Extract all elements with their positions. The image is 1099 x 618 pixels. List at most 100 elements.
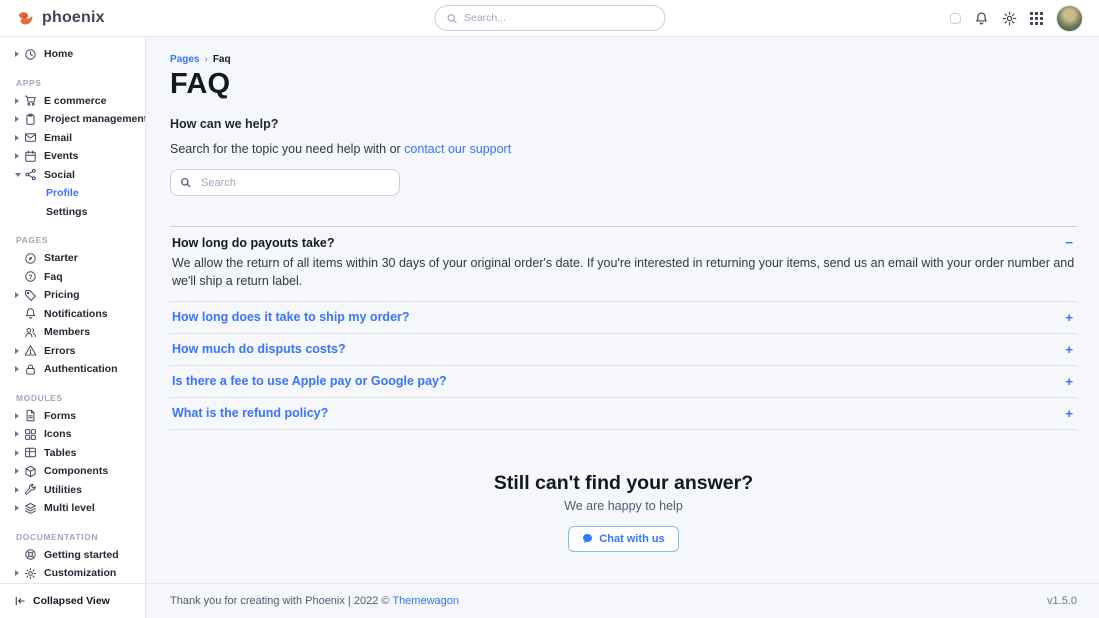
sidebar-item-label: Forms: [44, 410, 76, 422]
caret-right-icon: [15, 468, 24, 474]
faq-question[interactable]: How long do payouts take?−: [170, 227, 1077, 252]
top-search-input[interactable]: [464, 12, 653, 24]
caret-right-icon: [15, 51, 24, 57]
chat-button-label: Chat with us: [599, 533, 664, 545]
faq-question[interactable]: What is the refund policy? +: [170, 398, 1077, 429]
sidebar-item-errors[interactable]: Errors: [0, 342, 145, 361]
lock-icon: [24, 363, 37, 376]
layers-icon: [24, 502, 37, 515]
sidebar-item-authentication[interactable]: Authentication: [0, 360, 145, 379]
sidebar-item-home[interactable]: Home: [0, 45, 145, 64]
life-ring-icon: [24, 548, 37, 561]
caret-right-icon: [15, 366, 24, 372]
page-title: FAQ: [170, 68, 1077, 101]
breadcrumb-current: Faq: [213, 54, 231, 65]
sidebar-item-label: Notifications: [44, 308, 108, 320]
sidebar-item-e-commerce[interactable]: E commerce: [0, 92, 145, 111]
contact-support-link[interactable]: contact our support: [404, 142, 511, 156]
caret-right-icon: [15, 413, 24, 419]
faq-question[interactable]: Is there a fee to use Apple pay or Googl…: [170, 366, 1077, 397]
breadcrumb-separator: ›: [204, 54, 207, 65]
sidebar-item-getting-started[interactable]: Getting started: [0, 546, 145, 565]
plus-icon[interactable]: +: [1065, 343, 1075, 356]
tag-icon: [24, 289, 37, 302]
package-icon: [24, 465, 37, 478]
sidebar-item-forms[interactable]: Forms: [0, 407, 145, 426]
sidebar-item-label: Starter: [44, 252, 78, 264]
sidebar-item-label: Project management: [44, 113, 145, 125]
sidebar-item-components[interactable]: Components: [0, 462, 145, 481]
sidebar-item-settings[interactable]: Settings: [0, 203, 145, 222]
phoenix-logo-icon: [16, 9, 35, 28]
chat-with-us-button[interactable]: Chat with us: [568, 526, 678, 552]
sidebar-item-utilities[interactable]: Utilities: [0, 481, 145, 500]
sidebar-item-label: Errors: [44, 345, 76, 357]
cart-icon: [24, 94, 37, 107]
sidebar-section-label: PAGES: [16, 235, 145, 245]
sidebar-item-profile[interactable]: Profile: [0, 184, 145, 203]
faq-question[interactable]: How much do disputs costs?+: [170, 334, 1077, 365]
sidebar-item-label: Social: [44, 169, 75, 181]
sidebar-item-faq[interactable]: ? Faq: [0, 268, 145, 287]
faq-question-text: How long does it take to ship my order?: [172, 310, 410, 324]
caret-right-icon: [15, 292, 24, 298]
help-text: Search for the topic you need help with …: [170, 142, 1077, 156]
faq-search-input[interactable]: [170, 169, 400, 196]
minus-icon[interactable]: −: [1065, 236, 1075, 249]
sidebar: HomeAPPSE commerceProject managementEmai…: [0, 37, 146, 618]
caret-right-icon: [15, 135, 24, 141]
faq-item: How long does it take to ship my order? +: [170, 302, 1077, 334]
sidebar-item-events[interactable]: Events: [0, 147, 145, 166]
sidebar-item-email[interactable]: Email: [0, 129, 145, 148]
sidebar-item-label: Multi level: [44, 502, 95, 514]
faq-accordion: How long do payouts take?−We allow the r…: [170, 227, 1077, 430]
footer-text: Thank you for creating with Phoenix | 20…: [170, 595, 459, 607]
caret-right-icon: [15, 431, 24, 437]
apps-grid-icon[interactable]: [1030, 12, 1043, 25]
faq-answer: We allow the return of all items within …: [170, 252, 1077, 301]
top-actions: [950, 5, 1083, 32]
warning-icon: [24, 344, 37, 357]
breadcrumb-pages[interactable]: Pages: [170, 54, 199, 65]
sidebar-item-icons[interactable]: Icons: [0, 425, 145, 444]
gear-icon[interactable]: [1002, 11, 1017, 26]
theme-toggle[interactable]: [950, 13, 961, 24]
sidebar-item-label: Utilities: [44, 484, 82, 496]
collapse-arrow-icon: [14, 595, 26, 607]
sidebar-item-members[interactable]: Members: [0, 323, 145, 342]
caret-right-icon: [15, 450, 24, 456]
faq-question[interactable]: How long does it take to ship my order? +: [170, 302, 1077, 333]
sidebar-item-social[interactable]: Social: [0, 166, 145, 185]
sidebar-item-label: E commerce: [44, 95, 106, 107]
calendar-icon: [24, 150, 37, 163]
grid-icon: [24, 428, 37, 441]
bell-icon[interactable]: [974, 11, 989, 26]
collapsed-view-toggle[interactable]: Collapsed View: [0, 583, 145, 618]
bell-icon: [24, 307, 37, 320]
avatar[interactable]: [1056, 5, 1083, 32]
sidebar-item-customization[interactable]: Customization: [0, 564, 145, 583]
caret-right-icon: [15, 153, 24, 159]
question-circle-icon: ?: [24, 270, 37, 283]
logo[interactable]: phoenix: [16, 9, 105, 28]
sidebar-nav: HomeAPPSE commerceProject managementEmai…: [0, 37, 145, 583]
top-search[interactable]: [434, 5, 665, 31]
logo-text: phoenix: [42, 9, 105, 27]
plus-icon[interactable]: +: [1065, 311, 1075, 324]
sidebar-item-label: Faq: [44, 271, 63, 283]
themewagon-link[interactable]: Themewagon: [392, 595, 459, 607]
sidebar-item-notifications[interactable]: Notifications: [0, 305, 145, 324]
sidebar-item-multi-level[interactable]: Multi level: [0, 499, 145, 518]
sidebar-item-tables[interactable]: Tables: [0, 444, 145, 463]
plus-icon[interactable]: +: [1065, 407, 1075, 420]
sidebar-item-label: Members: [44, 326, 90, 338]
compass-icon: [24, 252, 37, 265]
caret-right-icon: [15, 348, 24, 354]
faq-question-text: What is the refund policy?: [172, 406, 328, 420]
table-icon: [24, 446, 37, 459]
sidebar-item-project-management[interactable]: Project management: [0, 110, 145, 129]
sidebar-item-pricing[interactable]: Pricing: [0, 286, 145, 305]
plus-icon[interactable]: +: [1065, 375, 1075, 388]
sidebar-item-starter[interactable]: Starter: [0, 249, 145, 268]
help-heading: How can we help?: [170, 117, 1077, 131]
